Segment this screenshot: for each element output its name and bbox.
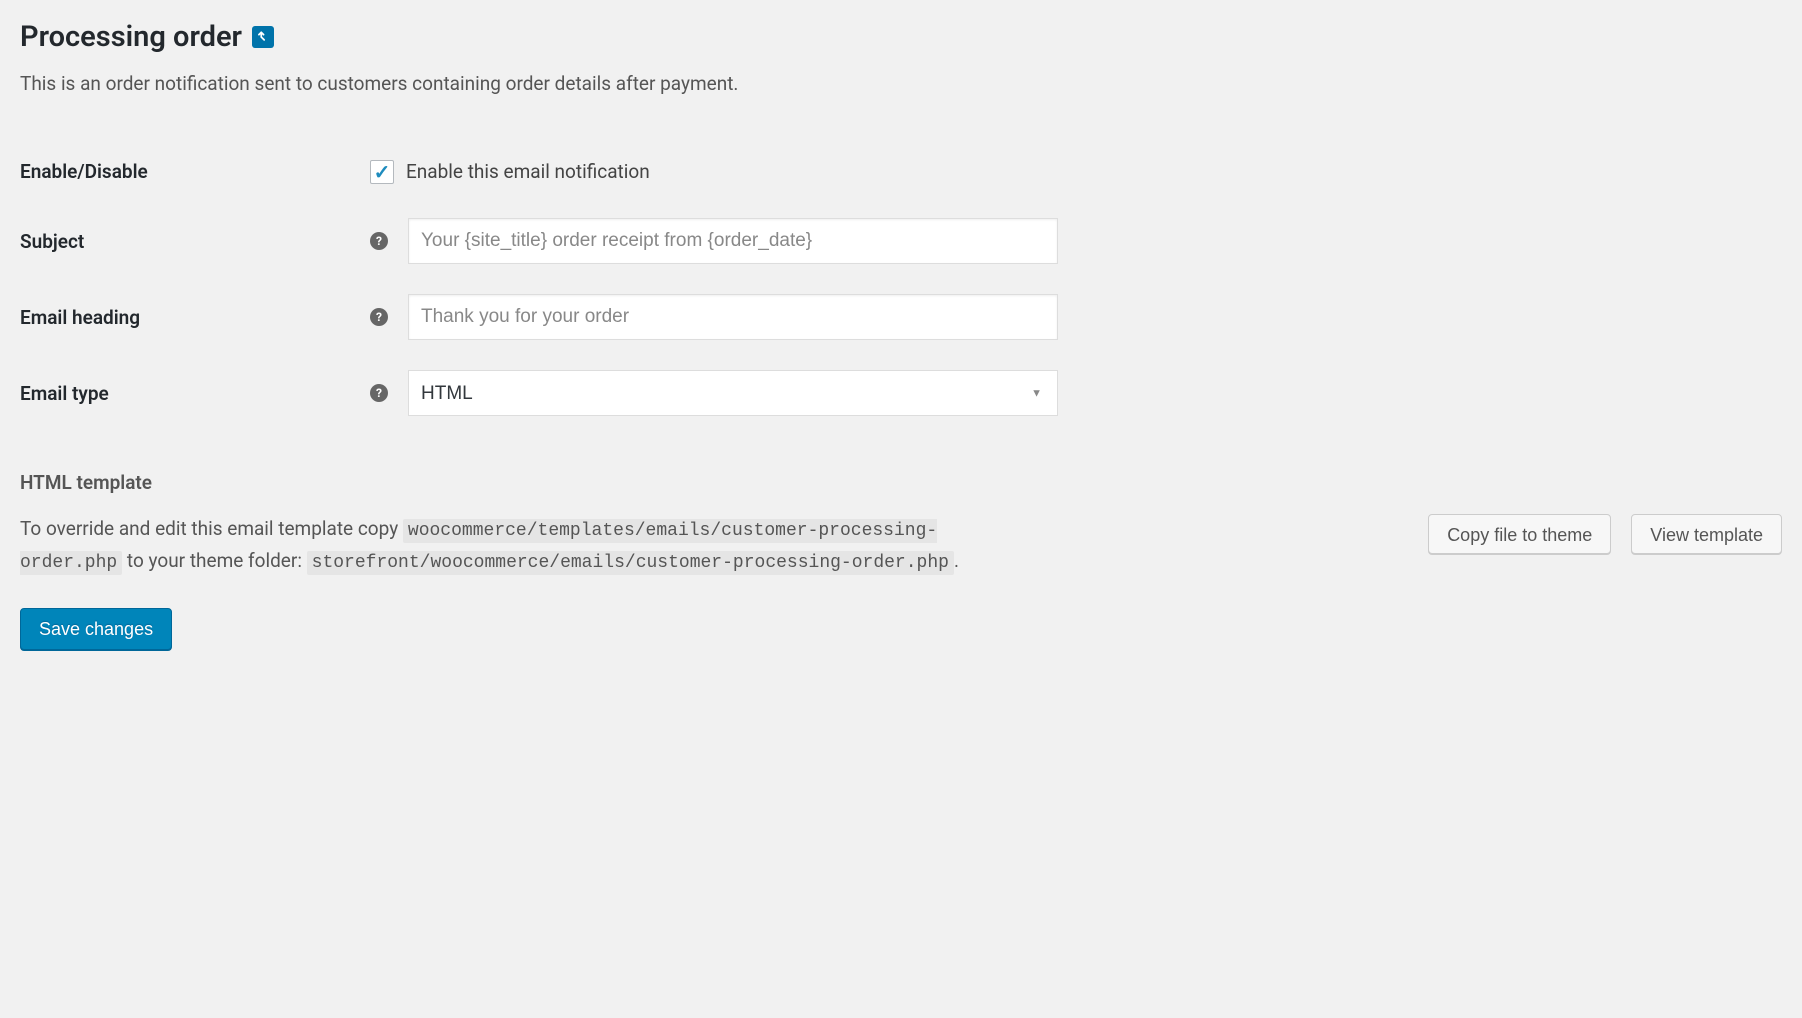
page-description: This is an order notification sent to cu… [20, 72, 1782, 95]
subject-input[interactable] [408, 218, 1058, 264]
page-title: Processing order [20, 20, 242, 54]
help-icon[interactable]: ? [370, 384, 388, 402]
enable-checkbox[interactable] [370, 160, 394, 184]
save-changes-button[interactable]: Save changes [20, 608, 172, 650]
email-type-label: Email type [20, 355, 360, 431]
template-override-text: To override and edit this email template… [20, 514, 980, 578]
enable-disable-label: Enable/Disable [20, 140, 360, 203]
help-icon[interactable]: ? [370, 308, 388, 326]
copy-file-to-theme-button[interactable]: Copy file to theme [1428, 514, 1611, 554]
enable-checkbox-label: Enable this email notification [406, 160, 650, 183]
view-template-button[interactable]: View template [1631, 514, 1782, 554]
subject-label: Subject [20, 203, 360, 279]
html-template-heading: HTML template [20, 471, 1782, 494]
email-heading-label: Email heading [20, 279, 360, 355]
email-type-select[interactable]: HTML [408, 370, 1058, 416]
email-heading-input[interactable] [408, 294, 1058, 340]
template-destination-path: storefront/woocommerce/emails/customer-p… [307, 551, 954, 575]
back-arrow-icon[interactable] [252, 26, 274, 48]
help-icon[interactable]: ? [370, 232, 388, 250]
